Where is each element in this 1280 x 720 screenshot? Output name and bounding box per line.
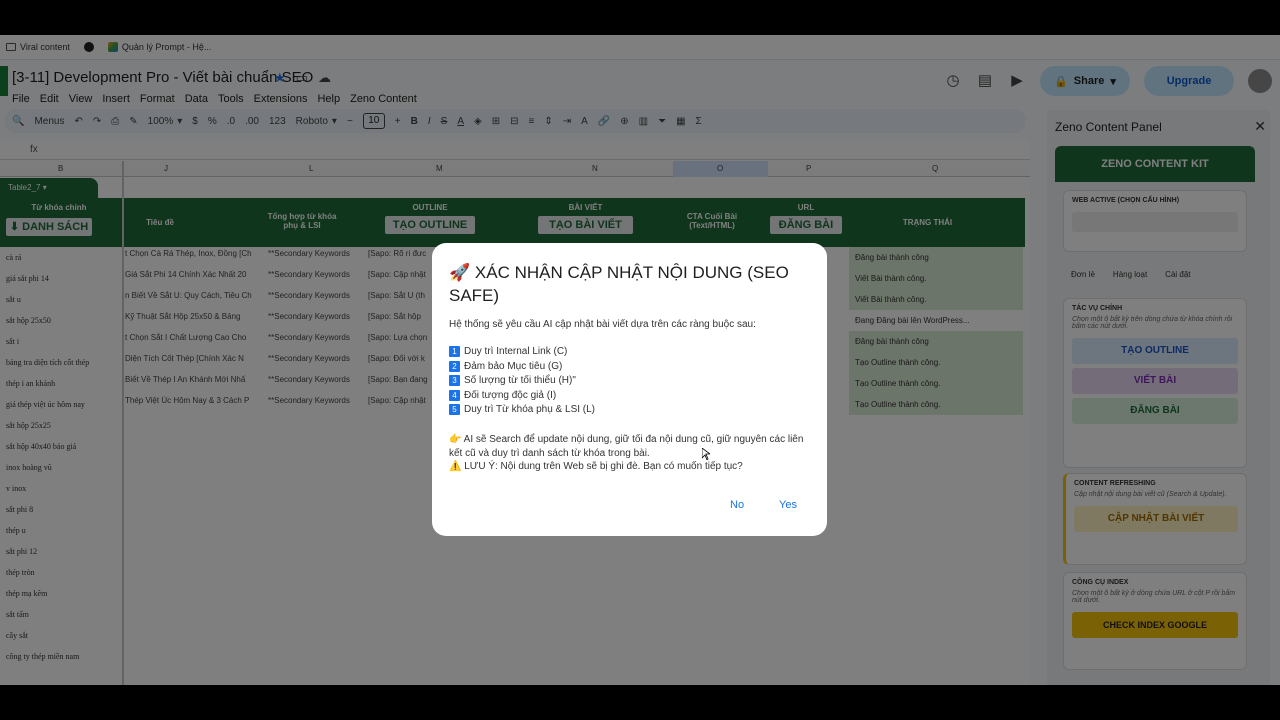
dialog-intro: Hệ thống sẽ yêu cầu AI cập nhật bài viết… [449, 319, 756, 330]
yes-button[interactable]: Yes [779, 499, 797, 511]
list-item: 5 Duy trì Từ khóa phụ & LSI (L) [449, 403, 595, 418]
cursor-icon [702, 448, 710, 460]
no-button[interactable]: No [730, 499, 744, 511]
constraint-list: 1 Duy trì Internal Link (C) 2 Đảm bảo Mục … [449, 345, 595, 418]
dialog-note: 👉 AI sẽ Search để update nội dung, giữ t… [449, 434, 804, 459]
dialog-title: 🚀 XÁC NHẬN CẬP NHẬT NỘI DUNG (SEO SAFE) [449, 263, 789, 305]
list-item: 4 Đối tượng độc giả (I) [449, 389, 595, 404]
list-item: 2 Đảm bảo Mục tiêu (G) [449, 360, 595, 375]
list-item: 1 Duy trì Internal Link (C) [449, 345, 595, 360]
list-item: 3 Số lượng từ tối thiểu (H)" [449, 374, 595, 389]
confirm-update-dialog: 🚀 XÁC NHẬN CẬP NHẬT NỘI DUNG (SEO SAFE) … [432, 243, 827, 536]
dialog-warning: ⚠️ LƯU Ý: Nội dung trên Web sẽ bị ghi đè… [449, 461, 743, 472]
